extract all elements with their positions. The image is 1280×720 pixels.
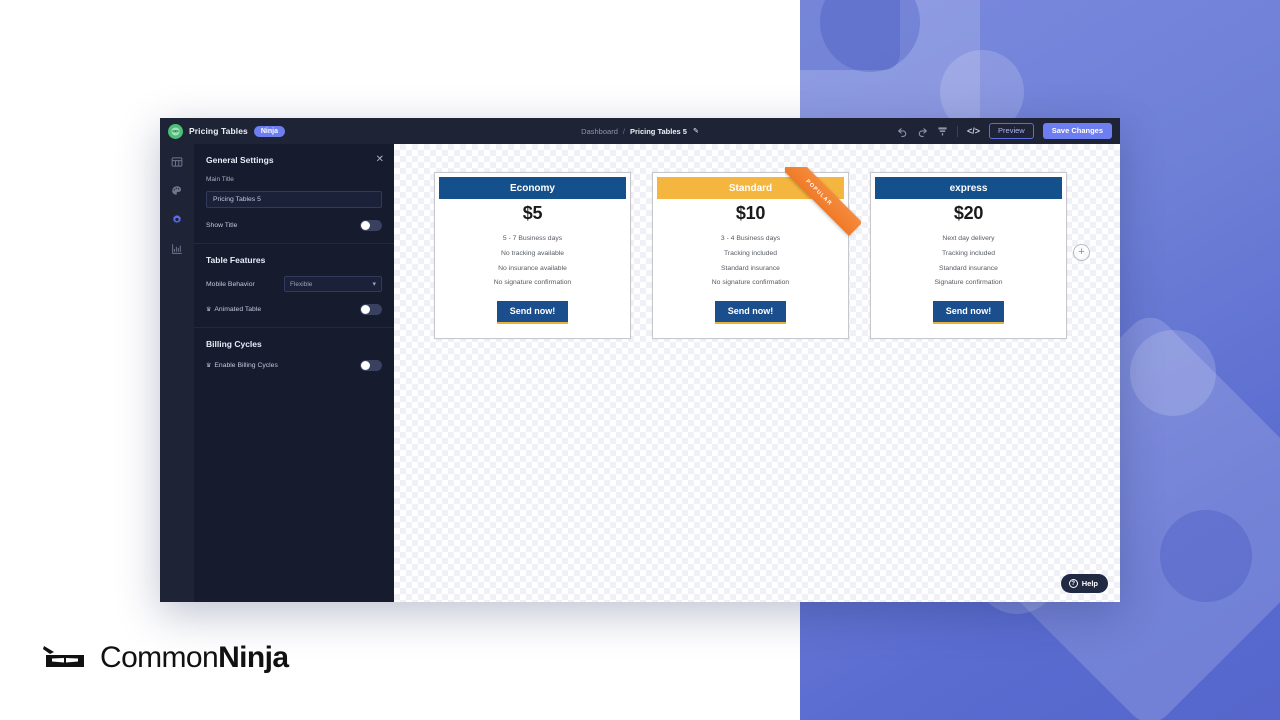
add-card-button[interactable]: + [1073, 244, 1090, 261]
panel-section-general: General Settings Main Title Show Title [194, 144, 394, 244]
enable-billing-label: ♛ Enable Billing Cycles [206, 362, 278, 369]
icon-rail [160, 144, 194, 602]
mobile-behavior-value: Flexible [290, 280, 313, 288]
mobile-behavior-row: Mobile Behavior Flexible ▾ [206, 276, 382, 292]
animated-table-text: Animated Table [214, 306, 262, 313]
help-label: Help [1081, 579, 1098, 588]
toggle-knob [361, 361, 370, 370]
card-cta-wrap: Send now! [653, 301, 848, 325]
enable-billing-row: ♛ Enable Billing Cycles [206, 360, 382, 371]
animated-table-toggle[interactable] [360, 304, 382, 315]
card-feature: Tracking included [723, 249, 778, 257]
brand-badge: Ninja [253, 125, 285, 137]
toggle-knob [361, 221, 370, 230]
breadcrumb-separator: / [622, 126, 625, 136]
main-title-input[interactable] [206, 191, 382, 208]
save-changes-button[interactable]: Save Changes [1042, 123, 1112, 139]
app-window: Pricing Tables Ninja Dashboard / Pricing… [160, 118, 1120, 602]
show-title-toggle[interactable] [360, 220, 382, 231]
brand-name: Pricing Tables [189, 126, 248, 136]
editor-canvas[interactable]: Economy $5 5 - 7 Business days No tracki… [394, 144, 1120, 602]
card-feature: No tracking available [500, 249, 565, 257]
toolbar-divider [957, 125, 959, 137]
preview-button[interactable]: Preview [989, 123, 1034, 139]
card-feature: Tracking included [941, 249, 996, 257]
animated-table-label: ♛ Animated Table [206, 306, 261, 313]
top-bar: Pricing Tables Ninja Dashboard / Pricing… [160, 118, 1120, 144]
puzzle-knob-3 [1130, 330, 1216, 416]
pricing-card[interactable]: express $20 Next day delivery Tracking i… [870, 172, 1067, 340]
gear-icon[interactable] [171, 214, 183, 226]
table-icon[interactable] [171, 156, 183, 168]
card-header: express [875, 177, 1062, 199]
panel-section-billing-cycles: Billing Cycles ♛ Enable Billing Cycles [194, 328, 394, 383]
card-feature: Signature confirmation [934, 279, 1003, 287]
send-now-button[interactable]: Send now! [932, 301, 1005, 325]
top-bar-actions: </> Preview Save Changes [897, 123, 1112, 139]
card-price: $20 [953, 203, 984, 223]
toggle-knob [361, 305, 370, 314]
card-cta-wrap: Send now! [871, 301, 1066, 325]
card-feature: Standard insurance [939, 264, 998, 272]
enable-billing-toggle[interactable] [360, 360, 382, 371]
animated-table-row: ♛ Animated Table [206, 304, 382, 315]
help-button[interactable]: ? Help [1060, 574, 1108, 593]
card-feature: No signature confirmation [493, 279, 572, 287]
show-title-label: Show Title [206, 222, 238, 229]
main-title-label: Main Title [206, 176, 234, 183]
brand: Pricing Tables Ninja [168, 123, 285, 139]
question-circle-icon: ? [1068, 579, 1078, 588]
commonninja-logo: Common Ninja [40, 641, 289, 675]
logo-ninja: Ninja [218, 641, 289, 674]
show-title-row: Show Title [206, 220, 382, 231]
card-features: Next day delivery Tracking included Stan… [871, 232, 1066, 291]
settings-panel: ✕ General Settings Main Title Show Title… [194, 144, 394, 602]
layers-icon[interactable] [937, 126, 948, 137]
card-price: $10 [735, 203, 766, 223]
breadcrumb-root[interactable]: Dashboard [581, 127, 618, 136]
pricing-card[interactable]: Economy $5 5 - 7 Business days No tracki… [434, 172, 631, 340]
crown-icon: ♛ [206, 363, 212, 369]
pricing-card[interactable]: POPULAR Standard $10 3 - 4 Business days… [652, 167, 861, 340]
ninja-circle-icon [168, 123, 183, 139]
ninja-head-icon [43, 646, 84, 667]
redo-arrow-icon[interactable] [917, 126, 928, 137]
chevron-down-icon: ▾ [372, 281, 376, 288]
card-feature: Next day delivery [942, 235, 995, 242]
enable-billing-text: Enable Billing Cycles [214, 362, 278, 369]
app-body: ✕ General Settings Main Title Show Title… [160, 144, 1120, 602]
logo-text: Common Ninja [100, 641, 289, 675]
puzzle-knob-dark-3 [1160, 510, 1252, 602]
section-title: General Settings [206, 155, 274, 165]
card-header: Standard [657, 177, 844, 199]
card-price: $5 [522, 203, 543, 223]
panel-section-table-features: Table Features Mobile Behavior Flexible … [194, 244, 394, 328]
pencil-icon[interactable]: ✎ [693, 127, 699, 135]
breadcrumb-current: Pricing Tables 5 [629, 126, 687, 136]
code-brackets-icon[interactable]: </> [967, 126, 980, 136]
mobile-behavior-select[interactable]: Flexible ▾ [284, 276, 382, 292]
close-icon[interactable]: ✕ [376, 155, 384, 165]
logo-common: Common [100, 641, 219, 674]
section-title: Billing Cycles [206, 339, 262, 349]
section-title: Table Features [206, 255, 266, 265]
card-header: Economy [439, 177, 626, 199]
card-features: 5 - 7 Business days No tracking availabl… [435, 232, 630, 291]
send-now-button[interactable]: Send now! [496, 301, 569, 325]
pricing-table: Economy $5 5 - 7 Business days No tracki… [434, 167, 1067, 340]
mobile-behavior-label: Mobile Behavior [206, 280, 255, 288]
send-now-button[interactable]: Send now! [714, 301, 787, 325]
analytics-icon[interactable] [171, 243, 183, 255]
undo-arrow-icon[interactable] [897, 126, 908, 137]
card-feature: 3 - 4 Business days [720, 235, 781, 242]
palette-icon[interactable] [171, 185, 183, 197]
card-feature: No signature confirmation [711, 279, 790, 287]
card-features: 3 - 4 Business days Tracking included St… [653, 232, 848, 291]
card-feature: No insurance available [498, 264, 567, 272]
card-feature: 5 - 7 Business days [502, 235, 563, 242]
crown-icon: ♛ [206, 307, 212, 313]
card-feature: Standard insurance [721, 264, 780, 272]
card-cta-wrap: Send now! [435, 301, 630, 325]
